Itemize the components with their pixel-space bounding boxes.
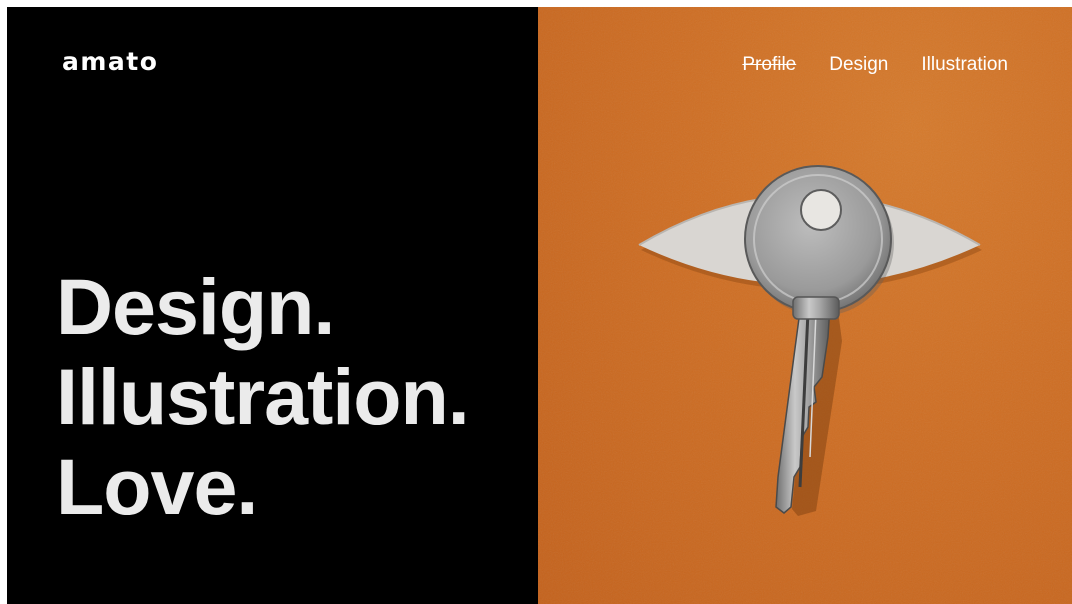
key-eye-artwork bbox=[538, 7, 1072, 604]
nav-link-profile[interactable]: Profile bbox=[742, 54, 796, 76]
key-head bbox=[744, 165, 892, 313]
headline-line-illustration: Illustration. bbox=[56, 352, 470, 441]
brand-logo[interactable]: amato bbox=[62, 47, 158, 76]
key-hole bbox=[800, 189, 842, 231]
page-frame: amato Design. Illustration. Love. Profil… bbox=[7, 7, 1072, 604]
nav-link-design[interactable]: Design bbox=[829, 54, 888, 76]
nav-link-illustration[interactable]: Illustration bbox=[921, 54, 1008, 76]
hero-headline: Design. Illustration. Love. bbox=[56, 262, 470, 532]
hero-panel: amato Design. Illustration. Love. bbox=[7, 7, 538, 604]
headline-line-love: Love. bbox=[56, 442, 258, 531]
main-navigation: Profile Design Illustration bbox=[742, 54, 1008, 76]
headline-line-design: Design. bbox=[56, 262, 335, 351]
feature-image-panel: Profile Design Illustration bbox=[538, 7, 1072, 604]
